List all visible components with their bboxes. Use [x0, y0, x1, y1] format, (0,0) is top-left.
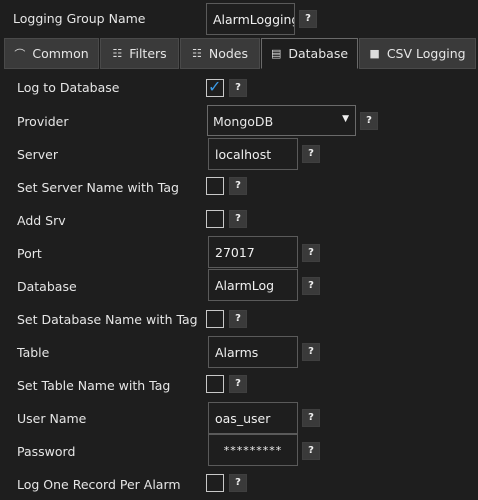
database-field[interactable]: AlarmLog: [208, 269, 298, 301]
row-log-one-record-per-alarm: Log One Record Per Alarm ?: [0, 467, 478, 500]
provider-label: Provider: [17, 114, 69, 129]
set-table-name-with-tag-checkbox[interactable]: [206, 375, 224, 393]
set-database-name-with-tag-help-button[interactable]: ?: [229, 310, 247, 328]
log-one-record-per-alarm-label: Log One Record Per Alarm: [17, 477, 181, 492]
set-database-name-with-tag-label: Set Database Name with Tag: [17, 312, 198, 327]
row-set-database-name-with-tag: Set Database Name with Tag ?: [0, 303, 478, 336]
checkmark-icon: ✓: [208, 77, 222, 96]
table-field[interactable]: Alarms: [208, 336, 298, 368]
tab-bar: ⌒ Common ☷ Filters ☷ Nodes ▤ Database ■ …: [4, 38, 476, 69]
table-label: Table: [17, 345, 50, 360]
tab-nodes[interactable]: ☷ Nodes: [180, 38, 260, 69]
tab-csv-logging[interactable]: ■ CSV Logging: [359, 38, 476, 69]
row-database: Database AlarmLog ?: [0, 269, 478, 302]
password-label: Password: [17, 444, 76, 459]
port-help-button[interactable]: ?: [302, 244, 320, 262]
row-provider: Provider MongoDB ▼ ?: [0, 104, 478, 137]
add-srv-label: Add Srv: [17, 213, 66, 228]
database-icon: ▤: [270, 47, 282, 60]
provider-select[interactable]: MongoDB ▼: [207, 105, 356, 136]
user-name-field[interactable]: oas_user: [208, 402, 298, 434]
log-to-database-checkbox[interactable]: ✓: [206, 77, 224, 97]
server-field[interactable]: localhost: [208, 138, 298, 170]
tab-filters[interactable]: ☷ Filters: [100, 38, 179, 69]
set-server-name-with-tag-checkbox[interactable]: [206, 177, 224, 195]
set-database-name-with-tag-checkbox[interactable]: [206, 310, 224, 328]
tab-filters-label: Filters: [129, 46, 167, 61]
tab-common[interactable]: ⌒ Common: [4, 38, 99, 69]
set-server-name-with-tag-label: Set Server Name with Tag: [17, 180, 179, 195]
provider-help-button[interactable]: ?: [360, 112, 378, 130]
tab-database-label: Database: [288, 46, 349, 61]
row-add-srv: Add Srv ?: [0, 203, 478, 236]
user-name-label: User Name: [17, 411, 87, 426]
row-table: Table Alarms ?: [0, 335, 478, 368]
add-srv-help-button[interactable]: ?: [229, 210, 247, 228]
port-field[interactable]: 27017: [208, 236, 298, 268]
row-set-table-name-with-tag: Set Table Name with Tag ?: [0, 368, 478, 401]
set-table-name-with-tag-label: Set Table Name with Tag: [17, 378, 171, 393]
nodes-icon: ☷: [191, 47, 202, 60]
server-label: Server: [17, 147, 58, 162]
csv-logging-icon: ■: [369, 47, 380, 60]
row-password: Password ********* ?: [0, 434, 478, 467]
log-one-record-per-alarm-help-button[interactable]: ?: [229, 474, 247, 492]
row-user-name: User Name oas_user ?: [0, 401, 478, 434]
provider-value: MongoDB: [213, 114, 274, 129]
password-help-button[interactable]: ?: [302, 442, 320, 460]
logging-group-name-label: Logging Group Name: [13, 11, 146, 26]
database-help-button[interactable]: ?: [302, 277, 320, 295]
row-port: Port 27017 ?: [0, 236, 478, 269]
tab-nodes-label: Nodes: [208, 46, 248, 61]
log-one-record-per-alarm-checkbox[interactable]: [206, 474, 224, 492]
table-help-button[interactable]: ?: [302, 343, 320, 361]
chevron-down-icon: ▼: [342, 114, 349, 124]
password-field[interactable]: *********: [208, 434, 298, 466]
database-label: Database: [17, 279, 77, 294]
user-name-help-button[interactable]: ?: [302, 409, 320, 427]
row-log-to-database: Log to Database ✓ ?: [0, 72, 478, 105]
log-to-database-help-button[interactable]: ?: [229, 79, 247, 97]
set-server-name-with-tag-help-button[interactable]: ?: [229, 177, 247, 195]
tab-common-label: Common: [32, 46, 89, 61]
filters-icon: ☷: [112, 47, 123, 60]
common-icon: ⌒: [14, 47, 26, 61]
set-table-name-with-tag-help-button[interactable]: ?: [229, 375, 247, 393]
logging-group-help-button[interactable]: ?: [299, 10, 317, 28]
logging-group-row: Logging Group Name AlarmLogging ?: [0, 0, 478, 38]
row-server: Server localhost ?: [0, 137, 478, 170]
row-set-server-name-with-tag: Set Server Name with Tag ?: [0, 170, 478, 203]
port-label: Port: [17, 246, 42, 261]
server-help-button[interactable]: ?: [302, 145, 320, 163]
tab-csv-logging-label: CSV Logging: [386, 46, 466, 61]
log-to-database-label: Log to Database: [17, 80, 120, 95]
logging-group-name-field[interactable]: AlarmLogging: [206, 3, 295, 35]
add-srv-checkbox[interactable]: [206, 210, 224, 228]
tab-database[interactable]: ▤ Database: [261, 38, 358, 69]
